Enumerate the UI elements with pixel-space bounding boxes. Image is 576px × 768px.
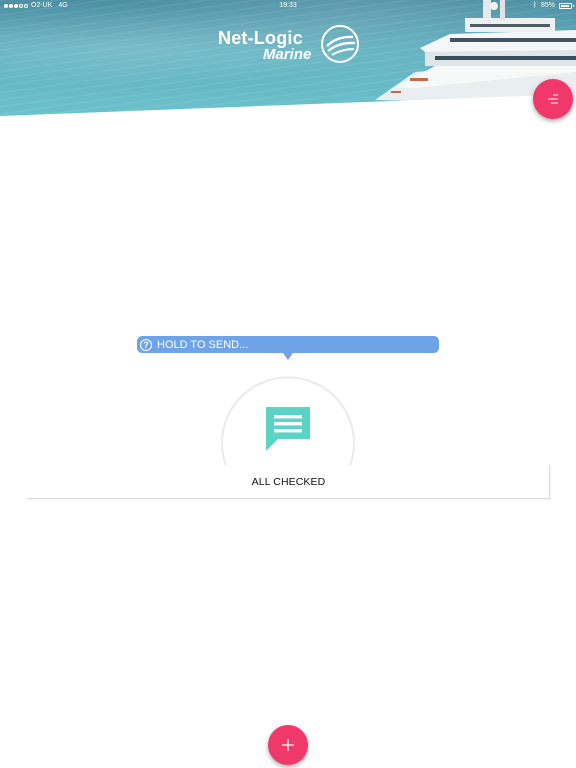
- plus-icon: [282, 739, 294, 751]
- header-banner: O2-UK 4G 19:33 ᛒ 85% Net-Logic Marine: [0, 0, 576, 118]
- status-bar: O2-UK 4G 19:33 ᛒ 85%: [0, 0, 576, 13]
- status-card: ALL CHECKED: [27, 465, 550, 499]
- battery-percent: 85%: [540, 2, 555, 9]
- tooltip-text: HOLD TO SEND...: [157, 338, 249, 351]
- help-icon: ?: [140, 338, 152, 351]
- chat-bubble-icon: [266, 407, 310, 451]
- send-message-button[interactable]: [264, 405, 312, 453]
- battery-icon: [559, 2, 574, 9]
- tooltip-arrow: [283, 353, 293, 360]
- status-right: ᛒ 85%: [532, 2, 574, 9]
- all-checked-label: ALL CHECKED: [251, 476, 326, 488]
- status-time: 19:33: [279, 2, 297, 9]
- logo-wave-icon: [321, 25, 359, 63]
- hold-to-send-tooltip: ? HOLD TO SEND...: [137, 336, 439, 353]
- add-button[interactable]: [268, 725, 308, 765]
- bluetooth-icon: ᛒ: [532, 2, 537, 9]
- logo-text-line2: Marine: [263, 46, 312, 63]
- app-logo: Net-Logic Marine: [218, 24, 363, 66]
- menu-button[interactable]: [533, 79, 573, 119]
- menu-lines-icon: [548, 94, 558, 104]
